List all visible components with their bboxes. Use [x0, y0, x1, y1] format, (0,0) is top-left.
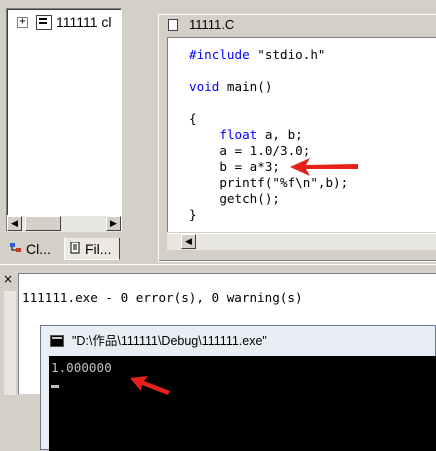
code-editor[interactable]: #include "stdio.h" void main() { float a, … [167, 37, 436, 232]
project-icon [36, 15, 52, 30]
code-text-segment: } [189, 207, 197, 222]
code-keyword: float [189, 127, 258, 142]
annotation-arrow-console [130, 376, 170, 395]
annotation-arrow-code [290, 158, 358, 176]
code-text-segment: "stdio.h" [249, 47, 326, 62]
editor-titlebar[interactable]: 11111.C [159, 15, 436, 35]
class-view-icon [10, 243, 21, 252]
tab-file-view-label: Fil... [85, 241, 112, 257]
scroll-left-icon[interactable]: ◀ [7, 216, 22, 231]
code-line[interactable]: getch(); [189, 191, 348, 207]
console-window: "D:\作品\111111\Debug\111111.exe" 1.000000 [40, 325, 436, 451]
code-text-segment: main() [219, 79, 273, 94]
console-title: "D:\作品\111111\Debug\111111.exe" [72, 334, 267, 348]
code-text[interactable]: #include "stdio.h" void main() { float a, … [189, 47, 348, 223]
code-text-segment: b = a*3; [189, 159, 280, 174]
console-cursor [51, 385, 59, 388]
file-view-icon [70, 242, 80, 254]
close-icon[interactable]: × [2, 273, 14, 285]
tab-class-view[interactable]: Cl... [6, 238, 62, 260]
console-titlebar[interactable]: "D:\作品\111111\Debug\111111.exe" [41, 326, 436, 356]
code-line[interactable] [189, 95, 348, 111]
code-line[interactable]: } [189, 207, 348, 223]
code-line[interactable]: { [189, 111, 348, 127]
tree-item-project[interactable]: 111111 cl [56, 14, 112, 30]
editor-hscrollbar[interactable]: ◀ [167, 233, 436, 250]
workspace-panel: + 111111 cl ◀ ▶ Cl... Fil... [2, 2, 122, 262]
scroll-right-icon[interactable]: ▶ [106, 216, 121, 231]
console-output-line: 1.000000 [51, 360, 112, 375]
code-keyword: void [189, 79, 220, 94]
code-line[interactable]: float a, b; [189, 127, 348, 143]
workspace-tabs: Cl... Fil... [6, 238, 122, 262]
build-result-message: 111111.exe - 0 error(s), 0 warning(s) [22, 290, 303, 305]
code-keyword: #include [189, 47, 250, 62]
console-output-area[interactable]: 1.000000 [49, 356, 436, 451]
output-vscrollbar[interactable] [4, 291, 16, 395]
code-line[interactable] [189, 63, 348, 79]
workspace-tree: + 111111 cl ◀ ▶ [6, 8, 122, 232]
editor-title: 11111.C [189, 17, 235, 32]
code-line[interactable]: #include "stdio.h" [189, 47, 348, 63]
tab-file-view[interactable]: Fil... [64, 238, 120, 260]
code-line[interactable]: void main() [189, 79, 348, 95]
expand-toggle-icon[interactable]: + [17, 17, 28, 28]
document-icon [168, 19, 178, 31]
scroll-left-icon[interactable]: ◀ [181, 234, 196, 249]
code-editor-window: 11111.C #include "stdio.h" void main() { f… [158, 14, 436, 262]
console-app-icon [50, 335, 64, 347]
code-text-segment: { [189, 111, 197, 126]
tab-class-view-label: Cl... [26, 241, 51, 257]
scroll-thumb[interactable] [25, 216, 61, 231]
code-text-segment: a, b; [257, 127, 303, 142]
code-text-segment: getch(); [189, 191, 280, 206]
workspace-hscrollbar[interactable]: ◀ ▶ [7, 215, 121, 232]
